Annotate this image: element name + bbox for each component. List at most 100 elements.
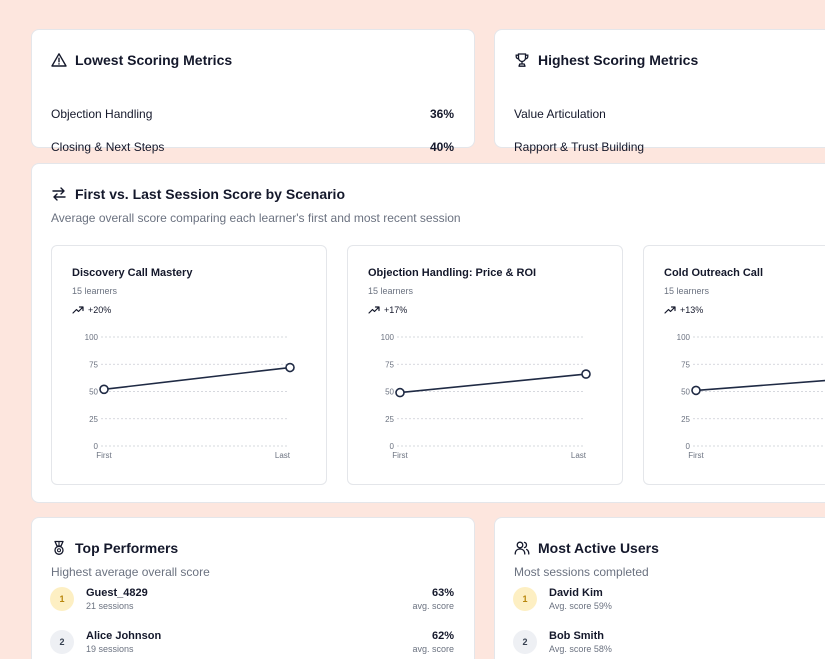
performer-score-label: avg. score: [412, 601, 454, 611]
top-performers-title: Top Performers: [51, 540, 178, 556]
metric-value: 36%: [429, 107, 454, 121]
metric-row: Value Articulation: [514, 107, 825, 121]
dashboard: Lowest Scoring Metrics Objection Handlin…: [0, 0, 825, 659]
trend-up-icon: [664, 306, 676, 314]
active-user-row[interactable]: 1 David Kim Avg. score 59%: [513, 584, 825, 614]
scenario-learners: 15 learners: [664, 286, 710, 296]
performer-name: Alice Johnson: [86, 630, 162, 642]
active-user-row[interactable]: 2 Bob Smith Avg. score 58%: [513, 627, 825, 657]
data-point[interactable]: [285, 362, 295, 373]
trend-up-icon: [368, 306, 380, 314]
data-point[interactable]: [99, 384, 109, 395]
y-tick-label: 0: [390, 442, 395, 451]
lowest-scoring-title: Lowest Scoring Metrics: [51, 52, 232, 68]
swap-arrows-icon: [52, 187, 66, 201]
y-tick-label: 50: [89, 388, 98, 397]
session-score-title-text: First vs. Last Session Score by Scenario: [75, 186, 345, 202]
performer-score-block: 62% avg. score: [412, 630, 454, 654]
top-performer-row[interactable]: 2 Alice Johnson 19 sessions 62% avg. sco…: [50, 627, 454, 657]
top-performers-title-text: Top Performers: [75, 540, 179, 556]
performer-score: 62%: [431, 630, 454, 642]
x-tick-label: Last: [571, 451, 587, 460]
scenario-change: +17%: [368, 305, 407, 315]
scenario-line-chart: 100 75 50 25 0First Last: [85, 333, 295, 460]
user-info: David Kim Avg. score 59%: [549, 587, 825, 611]
metric-value: 40%: [429, 140, 454, 154]
scenario-change: +13%: [664, 305, 703, 315]
scenario-change: +20%: [72, 305, 111, 315]
lowest-scoring-title-text: Lowest Scoring Metrics: [75, 52, 233, 68]
x-tick-label: First: [96, 451, 112, 460]
scenario-title: Cold Outreach Call: [664, 267, 764, 279]
y-tick-label: 50: [681, 388, 690, 397]
y-tick-label: 50: [385, 388, 394, 397]
warning-icon: [51, 53, 67, 67]
metric-label: Rapport & Trust Building: [514, 140, 645, 154]
y-tick-label: 0: [94, 442, 99, 451]
scenario-line-chart: 1007550250FirstLast: [677, 333, 825, 460]
scenario-change-value: +20%: [88, 305, 112, 315]
trophy-icon: [515, 53, 529, 67]
y-tick-label: 75: [681, 360, 690, 369]
scenario-title: Objection Handling: Price & ROI: [368, 267, 537, 279]
lowest-scoring-card: Lowest Scoring Metrics Objection Handlin…: [31, 29, 475, 154]
y-tick-label: 100: [677, 333, 691, 342]
series-line: [103, 366, 291, 391]
performer-name: Guest_4829: [86, 587, 148, 599]
series-line: [399, 373, 587, 394]
performer-sessions: 21 sessions: [86, 601, 134, 611]
x-tick-label: Last: [275, 451, 291, 460]
rank-badge: 1: [50, 587, 74, 611]
scenario-chart-card: Cold Outreach Call 15 learners +13% 100 75 50…: [643, 245, 825, 485]
rank-badge: 2: [50, 630, 74, 654]
highest-scoring-title: Highest Scoring Metrics: [514, 52, 698, 68]
highest-scoring-title-text: Highest Scoring Metrics: [538, 52, 699, 68]
session-score-title: First vs. Last Session Score by Scenario: [51, 186, 345, 202]
metric-label: Objection Handling: [51, 107, 153, 121]
user-avg-score: Avg. score 59%: [549, 601, 612, 611]
series-line: [695, 379, 825, 392]
user-name: Bob Smith: [549, 630, 604, 642]
user-name: David Kim: [549, 587, 603, 599]
active-users-subtitle: Most sessions completed: [514, 565, 649, 579]
y-tick-label: 25: [385, 415, 394, 424]
metric-row: Objection Handling 36%: [51, 107, 454, 121]
medal-icon: [54, 540, 64, 555]
y-tick-label: 25: [89, 415, 98, 424]
scenario-change-value: +13%: [680, 305, 704, 315]
performer-info: Guest_4829 21 sessions: [86, 587, 412, 611]
x-tick-label: First: [688, 451, 704, 460]
performer-score-block: 63% avg. score: [412, 587, 454, 611]
performer-score-label: avg. score: [412, 644, 454, 654]
trend-up-icon: [72, 306, 84, 314]
user-info: Bob Smith Avg. score 58%: [549, 630, 825, 654]
scenario-chart-card: Objection Handling: Price & ROI 15 learne…: [347, 245, 623, 485]
scenario-learners: 15 learners: [72, 286, 118, 296]
data-point[interactable]: [395, 387, 405, 398]
performer-info: Alice Johnson 19 sessions: [86, 630, 412, 654]
y-tick-label: 0: [686, 442, 691, 451]
scenario-learners: 15 learners: [368, 286, 414, 296]
session-score-subtitle: Average overall score comparing each lea…: [51, 211, 461, 225]
scenario-change-value: +17%: [384, 305, 408, 315]
session-score-card: First vs. Last Session Score by Scenario…: [31, 163, 825, 503]
top-performer-row[interactable]: 1 Guest_4829 21 sessions 63% avg. score: [50, 584, 454, 614]
data-point[interactable]: [691, 385, 701, 396]
performer-sessions: 19 sessions: [86, 644, 134, 654]
scenario-line-chart: 100 75 50 25 0First Last: [381, 333, 591, 460]
data-point[interactable]: [581, 369, 591, 379]
metric-row: Rapport & Trust Building: [514, 140, 825, 154]
performer-score: 63%: [431, 587, 454, 599]
user-avg-score: Avg. score 58%: [549, 644, 612, 654]
y-tick-label: 100: [381, 333, 395, 342]
active-users-title: Most Active Users: [514, 540, 659, 556]
x-tick-label: First: [392, 451, 408, 460]
scenario-title: Discovery Call Mastery: [72, 267, 193, 279]
scenario-chart-card: Discovery Call Mastery 15 learners +20% 100…: [51, 245, 327, 485]
users-icon: [514, 541, 530, 555]
y-tick-label: 100: [85, 333, 99, 342]
y-tick-label: 75: [89, 360, 98, 369]
active-users-title-text: Most Active Users: [538, 540, 659, 556]
y-tick-label: 75: [385, 360, 394, 369]
rank-badge: 2: [513, 630, 537, 654]
